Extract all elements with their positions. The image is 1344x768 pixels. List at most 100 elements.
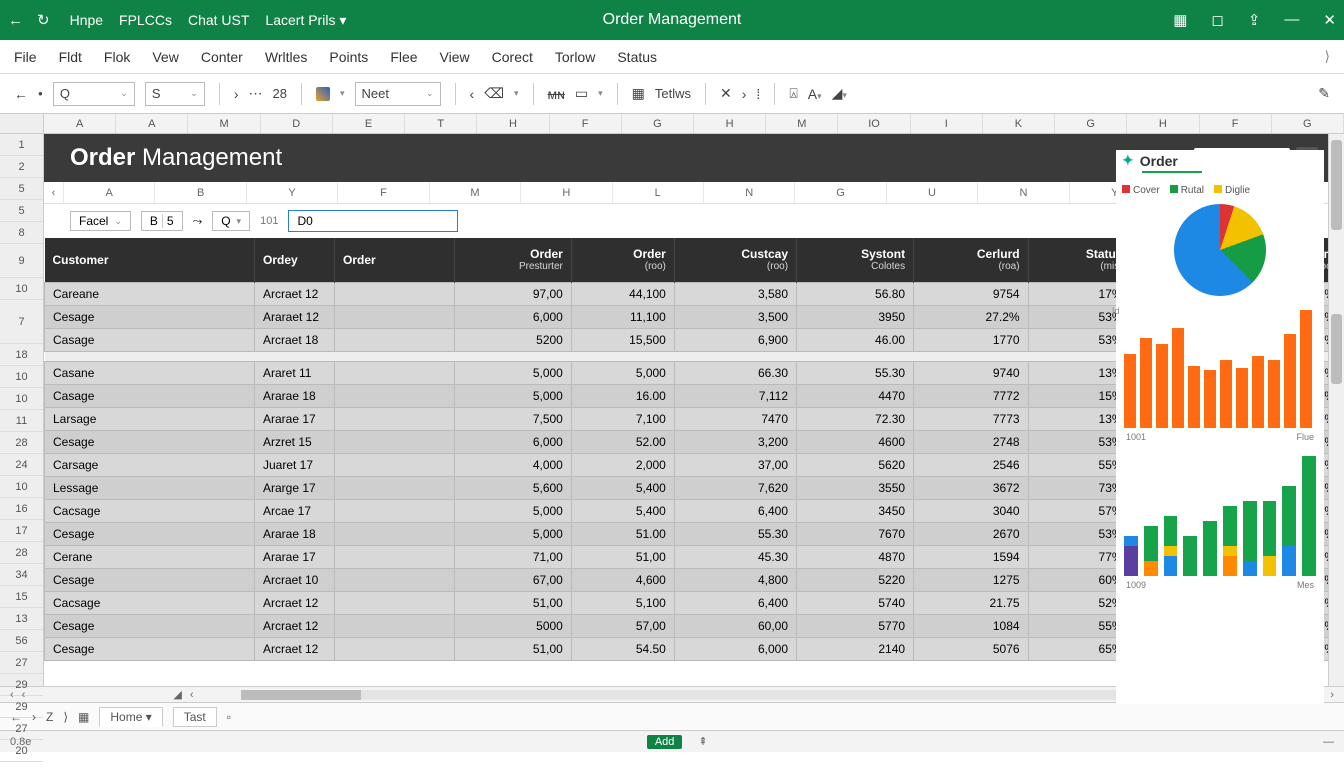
table-cell[interactable]: 56.80 (797, 282, 914, 305)
table-cell[interactable]: 51,00 (455, 591, 572, 614)
table-header[interactable]: Custcay(roo) (674, 238, 796, 282)
chevron-left-icon[interactable]: ‹ (470, 86, 475, 102)
add-button[interactable]: Add (647, 735, 683, 749)
colon-icon[interactable]: ⁞ (756, 86, 760, 102)
table-cell[interactable] (335, 361, 455, 384)
table-cell[interactable]: 5740 (797, 591, 914, 614)
table-cell[interactable]: Cacsage (45, 591, 255, 614)
table-cell[interactable]: 6,400 (674, 591, 796, 614)
table-header[interactable]: OrderPresturter (455, 238, 572, 282)
table-cell[interactable]: 5200 (455, 328, 572, 351)
filter-select-2[interactable]: B 5 (141, 211, 183, 231)
column-header[interactable]: IO (838, 114, 910, 133)
table-cell[interactable]: 7772 (914, 384, 1029, 407)
font-icon[interactable]: A▾ (808, 86, 822, 102)
table-cell[interactable]: 7,112 (674, 384, 796, 407)
more-icon[interactable]: ⋯ (249, 85, 263, 102)
inner-col[interactable]: N (978, 182, 1069, 203)
row-header[interactable]: 5 (0, 178, 43, 200)
paint-bucket-icon[interactable] (316, 87, 330, 101)
row-header[interactable]: 9 (0, 244, 43, 278)
nav-first-icon[interactable]: ← (10, 710, 22, 724)
table-cell[interactable]: Ararge 17 (255, 476, 335, 499)
table-cell[interactable]: 5,000 (455, 361, 572, 384)
table-cell[interactable]: 5,000 (455, 522, 572, 545)
table-cell[interactable]: 66.30 (674, 361, 796, 384)
table-cell[interactable]: Cesage (45, 522, 255, 545)
sheet-nav-first-icon[interactable]: ‹ (10, 689, 14, 701)
inner-col[interactable]: G (795, 182, 886, 203)
table-cell[interactable]: 4870 (797, 545, 914, 568)
border-icon[interactable]: ▭ (575, 85, 588, 102)
table-cell[interactable]: 27.2% (914, 305, 1029, 328)
table-cell[interactable]: 6,000 (455, 430, 572, 453)
table-cell[interactable]: 6,000 (455, 305, 572, 328)
table-cell[interactable]: 5,000 (571, 361, 674, 384)
row-header[interactable]: 16 (0, 498, 43, 520)
column-header[interactable]: A (116, 114, 188, 133)
table-cell[interactable]: Araret 11 (255, 361, 335, 384)
font-size-select[interactable]: S ⌄ (145, 82, 205, 106)
sheet-split-handle[interactable]: ◢ (173, 688, 181, 701)
table-cell[interactable]: 55.30 (674, 522, 796, 545)
table-cell[interactable]: 7670 (797, 522, 914, 545)
table-cell[interactable]: 5770 (797, 614, 914, 637)
zoom-out-icon[interactable]: — (1323, 736, 1334, 748)
chevron-down-icon[interactable]: ▾ (598, 88, 603, 99)
row-header[interactable]: 1 (0, 134, 43, 156)
table-cell[interactable]: Cesage (45, 637, 255, 660)
table-cell[interactable] (335, 545, 455, 568)
menu-chat[interactable]: Chat UST (188, 12, 249, 29)
sheet-nav-prev-icon[interactable]: ‹ (22, 689, 26, 701)
row-header[interactable]: 10 (0, 278, 43, 300)
table-cell[interactable]: 5,400 (571, 499, 674, 522)
table-cell[interactable]: 4470 (797, 384, 914, 407)
nav-dot-icon[interactable]: ● (38, 89, 43, 98)
chevron-right-icon[interactable]: › (742, 86, 747, 102)
tab-fldt[interactable]: Fldt (59, 49, 82, 65)
table-cell[interactable]: Arcraet 12 (255, 591, 335, 614)
row-header[interactable]: 27 (0, 652, 43, 674)
select-all-corner[interactable] (0, 114, 44, 133)
table-cell[interactable] (335, 430, 455, 453)
chart-mini-icon[interactable]: ⤳ (193, 214, 203, 229)
tab-vew[interactable]: Vew (152, 49, 178, 65)
inner-col[interactable]: M (430, 182, 521, 203)
table-cell[interactable]: 4600 (797, 430, 914, 453)
table-cell[interactable]: Arcraet 12 (255, 637, 335, 660)
style-select[interactable]: Neet ⌄ (355, 82, 441, 106)
menu-lacert[interactable]: Lacert Prils ▾ (265, 12, 346, 29)
inner-col[interactable]: B (155, 182, 246, 203)
table-cell[interactable]: 5000 (455, 614, 572, 637)
table-cell[interactable]: Cesage (45, 614, 255, 637)
row-header[interactable]: 7 (0, 300, 43, 344)
back-icon[interactable]: ← (8, 12, 23, 29)
table-cell[interactable]: Ararae 17 (255, 407, 335, 430)
inner-col[interactable]: U (887, 182, 978, 203)
table-cell[interactable] (335, 407, 455, 430)
table-cell[interactable]: 5,100 (571, 591, 674, 614)
table-cell[interactable]: 2,000 (571, 453, 674, 476)
table-cell[interactable]: 4,800 (674, 568, 796, 591)
row-header[interactable]: 24 (0, 454, 43, 476)
tab-status[interactable]: Status (617, 49, 657, 65)
table-icon[interactable]: ▦ (632, 85, 645, 102)
table-cell[interactable]: Arcraet 10 (255, 568, 335, 591)
column-header[interactable]: G (622, 114, 694, 133)
table-cell[interactable]: 5,000 (455, 384, 572, 407)
tab-points[interactable]: Points (329, 49, 368, 65)
table-cell[interactable]: 71,00 (455, 545, 572, 568)
column-header[interactable]: D (261, 114, 333, 133)
table-cell[interactable] (335, 499, 455, 522)
table-cell[interactable]: Juaret 17 (255, 453, 335, 476)
add-sheet-icon[interactable]: ▫ (227, 710, 231, 724)
table-cell[interactable]: 21.75 (914, 591, 1029, 614)
table-cell[interactable]: 7,620 (674, 476, 796, 499)
sheet-tab-home[interactable]: Home ▾ (99, 707, 162, 727)
table-header[interactable]: Order(roo) (571, 238, 674, 282)
row-header[interactable]: 13 (0, 608, 43, 630)
table-cell[interactable]: Arcraet 12 (255, 614, 335, 637)
table-cell[interactable]: 7773 (914, 407, 1029, 430)
inner-col[interactable]: A (64, 182, 155, 203)
table-cell[interactable]: 5220 (797, 568, 914, 591)
